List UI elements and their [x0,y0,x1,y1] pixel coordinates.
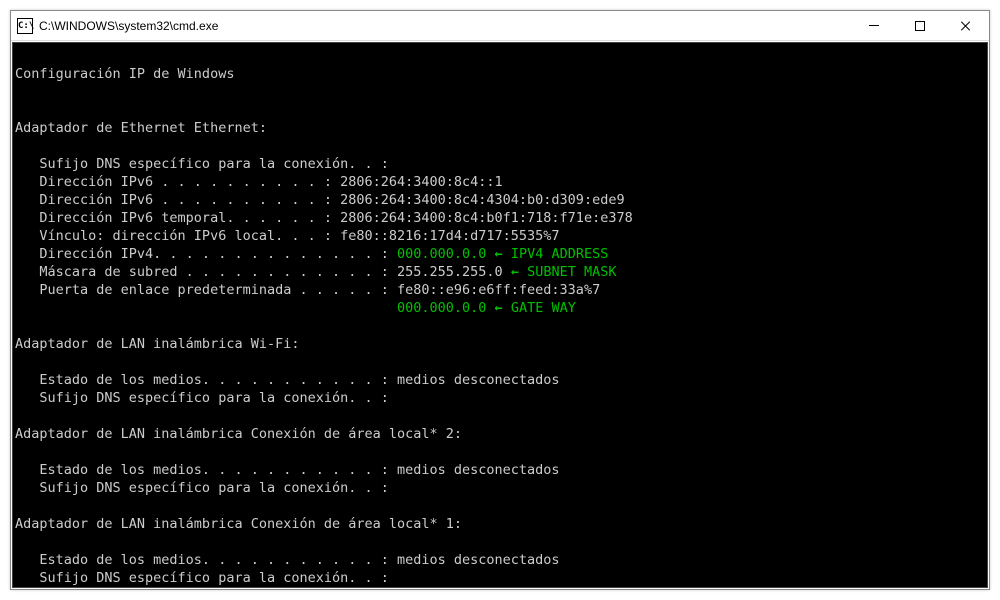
annotation-gateway: GATE WAY [511,300,576,316]
adapter-local2-header: Adaptador de LAN inalámbrica Conexión de… [15,426,462,442]
eth-dns-suffix: Sufijo DNS específico para la conexión. … [15,156,389,172]
maximize-button[interactable] [897,11,943,41]
local2-media-state: Estado de los medios. . . . . . . . . . … [15,462,560,478]
eth-ipv6-b: Dirección IPv6 . . . . . . . . . . : 280… [15,192,625,208]
minimize-button[interactable] [851,11,897,41]
eth-ipv4-value: 000.000.0.0 [397,246,486,262]
maximize-icon [915,21,925,31]
eth-gateway-label: Puerta de enlace predeterminada . . . . … [15,282,600,298]
eth-gateway-pad [15,300,397,316]
window-controls [851,11,989,41]
eth-gateway-value: 000.000.0.0 [397,300,486,316]
eth-link-local: Vínculo: dirección IPv6 local. . . : fe8… [15,228,560,244]
cmd-icon: C:\ [17,18,33,34]
console-output[interactable]: Configuración IP de Windows Adaptador de… [12,42,988,588]
eth-ipv4-label: Dirección IPv4. . . . . . . . . . . . . … [15,246,397,262]
eth-subnet-value: 255.255.255.0 [397,264,503,280]
local2-dns-suffix: Sufijo DNS específico para la conexión. … [15,480,389,496]
local1-dns-suffix: Sufijo DNS específico para la conexión. … [15,570,389,586]
arrow-icon: ← [486,246,510,262]
title-bar[interactable]: C:\ C:\WINDOWS\system32\cmd.exe [11,11,989,41]
eth-ipv6-a: Dirección IPv6 . . . . . . . . . . : 280… [15,174,503,190]
adapter-ethernet-header: Adaptador de Ethernet Ethernet: [15,120,267,136]
ipconfig-header: Configuración IP de Windows [15,66,234,82]
wifi-dns-suffix: Sufijo DNS específico para la conexión. … [15,390,389,406]
annotation-ipv4: IPV4 ADDRESS [511,246,609,262]
wifi-media-state: Estado de los medios. . . . . . . . . . … [15,372,560,388]
cmd-window: C:\ C:\WINDOWS\system32\cmd.exe Configur… [10,10,990,590]
arrow-icon: ← [503,264,527,280]
local1-media-state: Estado de los medios. . . . . . . . . . … [15,552,560,568]
window-title: C:\WINDOWS\system32\cmd.exe [39,19,851,33]
eth-subnet-label: Máscara de subred . . . . . . . . . . . … [15,264,397,280]
close-icon [960,20,972,32]
annotation-subnet: SUBNET MASK [527,264,616,280]
minimize-icon [869,25,879,26]
eth-ipv6-temp: Dirección IPv6 temporal. . . . . . : 280… [15,210,633,226]
arrow-icon: ← [486,300,510,316]
adapter-local1-header: Adaptador de LAN inalámbrica Conexión de… [15,516,462,532]
close-button[interactable] [943,11,989,41]
adapter-wifi-header: Adaptador de LAN inalámbrica Wi-Fi: [15,336,299,352]
